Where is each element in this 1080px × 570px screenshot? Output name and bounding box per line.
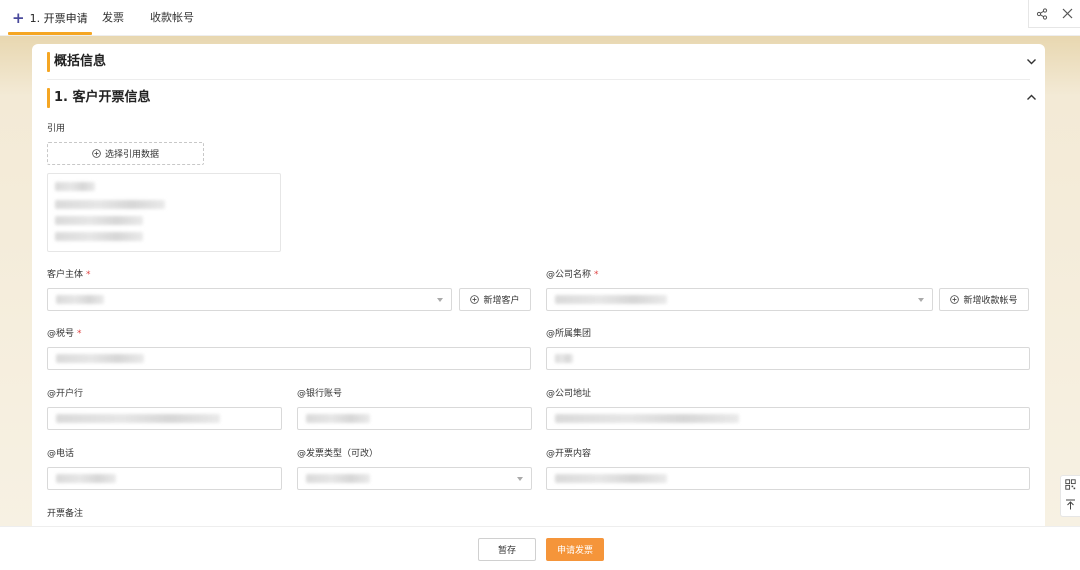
close-icon[interactable] — [1062, 8, 1073, 19]
group-label: @所属集团 — [546, 329, 592, 339]
add-customer-button[interactable]: 新增客户 — [459, 288, 531, 311]
redacted-text — [555, 414, 739, 423]
tab-invoice-application[interactable]: +1. 开票申请 — [8, 0, 92, 36]
reference-data-box — [47, 173, 281, 252]
redacted-text — [306, 414, 370, 423]
redacted-text — [306, 474, 370, 483]
redacted-text — [56, 474, 116, 483]
share-icon[interactable] — [1036, 7, 1048, 20]
tab-label: 1. 开票申请 — [29, 12, 88, 25]
floating-toolbar — [1060, 475, 1080, 517]
top-right-toolbar — [1028, 0, 1080, 28]
section-accent-bar — [47, 88, 50, 108]
button-label: 选择引用数据 — [104, 150, 159, 160]
redacted-text — [555, 354, 573, 363]
section-accent-bar — [47, 52, 50, 72]
invoice-content-input[interactable] — [546, 467, 1030, 490]
bank-account-label: @银行账号 — [297, 389, 343, 399]
footer-bar: 暂存 申请发票 — [0, 526, 1080, 570]
save-draft-button[interactable]: 暂存 — [478, 538, 536, 561]
bank-label: @开户行 — [47, 389, 84, 399]
company-name-select[interactable] — [546, 288, 933, 311]
tab-bar: +1. 开票申请 发票 收款帐号 — [0, 0, 1080, 36]
caret-down-icon — [517, 477, 523, 481]
invoice-type-select[interactable] — [297, 467, 532, 490]
qr-code-icon[interactable] — [1065, 479, 1076, 493]
group-input[interactable] — [546, 347, 1030, 370]
redacted-text — [56, 414, 220, 423]
tab-receiving-account[interactable]: 收款帐号 — [150, 0, 194, 36]
bank-input[interactable] — [47, 407, 282, 430]
redacted-text — [555, 295, 667, 304]
caret-down-icon — [437, 298, 443, 302]
tab-label: 发票 — [102, 11, 124, 24]
invoice-remark-label: 开票备注 — [47, 509, 84, 519]
tab-invoice[interactable]: 发票 — [102, 0, 124, 36]
plus-circle-icon — [470, 295, 480, 304]
form-card: 概括信息 1. 客户开票信息 引用 选择引用数据 客户主体 * 新增客户 @公司名… — [32, 44, 1045, 526]
company-address-label: @公司地址 — [546, 389, 592, 399]
section-title: 1. 客户开票信息 — [54, 90, 151, 105]
customer-subject-label: 客户主体 * — [47, 270, 91, 280]
add-account-button[interactable]: 新增收款帐号 — [939, 288, 1029, 311]
summary-section-header[interactable]: 概括信息 — [47, 52, 1037, 72]
reference-label: 引用 — [47, 124, 66, 134]
customer-subject-select[interactable] — [47, 288, 452, 311]
button-label: 新增客户 — [483, 296, 520, 306]
redacted-text — [56, 295, 104, 304]
section-title: 概括信息 — [54, 54, 107, 69]
divider — [47, 79, 1030, 80]
redacted-text — [555, 474, 667, 483]
redacted-text — [55, 216, 143, 225]
tax-number-label: @税号 * — [47, 329, 82, 339]
bank-account-input[interactable] — [297, 407, 532, 430]
chevron-up-icon[interactable] — [1026, 92, 1037, 106]
button-label: 新增收款帐号 — [963, 296, 1018, 306]
company-name-label: @公司名称 * — [546, 270, 599, 280]
invoice-content-label: @开票内容 — [546, 449, 592, 459]
apply-invoice-button[interactable]: 申请发票 — [546, 538, 604, 561]
redacted-text — [56, 354, 144, 363]
phone-input[interactable] — [47, 467, 282, 490]
tax-number-input[interactable] — [47, 347, 531, 370]
select-reference-button[interactable]: 选择引用数据 — [47, 142, 204, 165]
redacted-text — [55, 182, 95, 191]
plus-icon: + — [12, 9, 25, 27]
redacted-text — [55, 200, 165, 209]
company-address-input[interactable] — [546, 407, 1030, 430]
tab-label: 收款帐号 — [150, 11, 194, 24]
customer-section-header[interactable]: 1. 客户开票信息 — [47, 88, 1037, 108]
plus-circle-icon — [92, 149, 101, 158]
caret-down-icon — [918, 298, 924, 302]
invoice-type-label: @发票类型（可改） — [297, 449, 379, 459]
redacted-text — [55, 232, 143, 241]
phone-label: @电话 — [47, 449, 75, 459]
plus-circle-icon — [950, 295, 960, 304]
chevron-down-icon[interactable] — [1026, 56, 1037, 70]
back-to-top-icon[interactable] — [1065, 499, 1076, 513]
